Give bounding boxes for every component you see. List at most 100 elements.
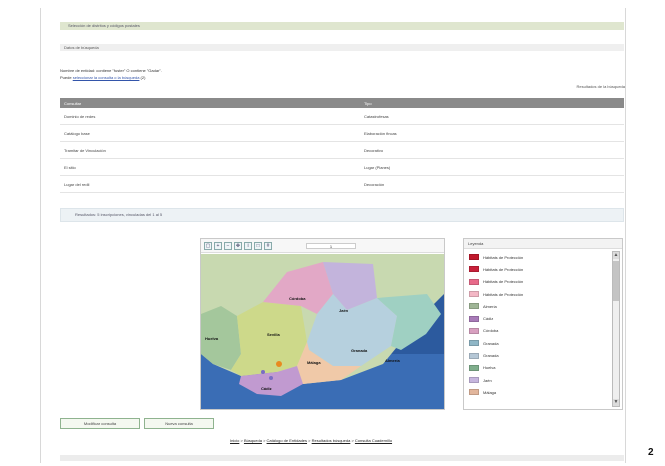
legend-item[interactable]: Málaga (464, 386, 612, 398)
legend-item[interactable]: Hábitats de Protección (464, 263, 612, 275)
legend-item[interactable]: Hábitats de Protección (464, 251, 612, 263)
legend-swatch (469, 352, 479, 359)
breadcrumb-link[interactable]: Inicio (230, 438, 239, 443)
table-cell: Lugar del redil (64, 181, 90, 187)
legend-item[interactable]: Jaén (464, 374, 612, 386)
legend-label: Cádiz (483, 316, 494, 322)
map-panel: ▢ + − ✥ i □ # 1 Córdoba Jaén Sevilla Hue… (200, 238, 445, 410)
legend-item[interactable]: Huelva (464, 362, 612, 374)
table-cell: El sitio (64, 164, 76, 170)
legend-scrollbar[interactable]: ▲ ▼ (612, 251, 620, 407)
legend-swatch (469, 254, 479, 261)
table-row[interactable]: Tramitar de Vinculación Decorativo (60, 142, 624, 159)
select-tool-icon[interactable]: ▢ (204, 241, 212, 250)
breadcrumb-link[interactable]: Búsqueda (244, 438, 262, 443)
zoom-out-icon[interactable]: − (224, 241, 232, 250)
breadcrumb-separator: > (308, 438, 311, 443)
breadcrumb-link[interactable]: Resultados búsqueda (312, 438, 351, 443)
legend-label: Huelva (483, 365, 496, 371)
select-query-link[interactable]: seleccionar la consulta o la búsqueda (73, 75, 140, 80)
legend-list[interactable]: Hábitats de Protección Hábitats de Prote… (464, 251, 612, 399)
help-suffix: (2) (140, 75, 146, 80)
legend-swatch (469, 315, 479, 322)
map-label: Huelva (205, 336, 219, 341)
scroll-up-icon[interactable]: ▲ (613, 252, 619, 259)
legend-item[interactable]: Córdoba (464, 325, 612, 337)
legend-label: Málaga (483, 389, 497, 395)
map-label: Granada (351, 348, 368, 353)
pan-icon[interactable]: ✥ (234, 241, 242, 250)
legend-label: Hábitats de Protección (483, 291, 524, 297)
legend-item[interactable]: Granada (464, 349, 612, 361)
table-header: Consultar Tipo (60, 98, 624, 108)
grid-icon[interactable]: # (264, 241, 272, 250)
legend-label: Almería (483, 303, 497, 309)
legend-item[interactable]: Granada (464, 337, 612, 349)
table-cell: Catálogo base (64, 130, 90, 136)
map-label: Sevilla (267, 332, 280, 337)
legend-label: Hábitats de Protección (483, 279, 524, 285)
breadcrumb-separator: > (263, 438, 266, 443)
legend-swatch (469, 377, 479, 384)
andalusia-map[interactable]: Córdoba Jaén Sevilla Huelva Granada Alme… (201, 254, 444, 409)
legend-item[interactable]: Hábitats de Protección (464, 276, 612, 288)
breadcrumb-separator: > (240, 438, 243, 443)
map-canvas[interactable]: Córdoba Jaén Sevilla Huelva Granada Alme… (201, 254, 444, 409)
table-cell: Catastrofesas (364, 113, 389, 119)
legend-label: Granada (483, 340, 499, 346)
column-header-consultar[interactable]: Consultar (60, 101, 360, 106)
section-header: Selección de distritos y códigos postale… (60, 22, 624, 30)
map-label: Málaga (307, 360, 321, 365)
legend-title: Leyenda (464, 239, 622, 249)
breadcrumb-link[interactable]: Catálogo de Entidades (267, 438, 307, 443)
table-cell: Lugar (Planes) (364, 164, 391, 170)
map-label: Jaén (339, 308, 349, 313)
scroll-down-icon[interactable]: ▼ (613, 399, 619, 406)
results-summary-bar: Resultados: 5 inscripciones, vinculadas … (60, 208, 624, 222)
legend-item[interactable]: Cádiz (464, 312, 612, 324)
page-number: 2 (648, 447, 654, 458)
table-cell: Elaboración fincas (364, 130, 397, 136)
modify-query-button[interactable]: Modificar consulta (60, 418, 140, 429)
breadcrumb: Inicio > Búsqueda > Catálogo de Entidade… (230, 438, 392, 443)
table-row[interactable]: Catálogo base Elaboración fincas (60, 125, 624, 142)
legend-label: Jaén (483, 377, 492, 383)
legend-label: Hábitats de Protección (483, 254, 524, 260)
map-label: Cádiz (261, 386, 272, 391)
results-info-text: Resultados de la búsqueda (576, 84, 625, 89)
results-table: Consultar Tipo Dominio de redes Catastro… (60, 98, 624, 193)
table-cell: Tramitar de Vinculación (64, 147, 106, 153)
zoom-in-icon[interactable]: + (214, 241, 222, 250)
map-toolbar: ▢ + − ✥ i □ # 1 (201, 239, 444, 253)
location-marker[interactable] (269, 376, 273, 380)
legend-swatch (469, 278, 479, 285)
breadcrumb-separator: > (351, 438, 354, 443)
location-marker[interactable] (276, 361, 282, 367)
table-cell: Decorativo (364, 147, 384, 153)
map-label: Córdoba (289, 296, 306, 301)
help-prefix: Puede (60, 75, 72, 80)
legend-panel: Leyenda Hábitats de Protección Hábitats … (463, 238, 623, 410)
table-cell: Dominio de redes (64, 113, 96, 119)
breadcrumb-link[interactable]: Consulta Cuadernillo (355, 438, 392, 443)
scale-input[interactable]: 1 (306, 242, 356, 249)
location-marker[interactable] (261, 370, 265, 374)
map-label: Almería (385, 358, 400, 363)
legend-item[interactable]: Hábitats de Protección (464, 288, 612, 300)
legend-swatch (469, 327, 479, 334)
new-query-button[interactable]: Nueva consulta (144, 418, 214, 429)
scrollbar-thumb[interactable] (613, 261, 619, 301)
column-header-tipo[interactable]: Tipo (360, 101, 624, 106)
footer-bar (60, 455, 624, 461)
table-row[interactable]: Dominio de redes Catastrofesas (60, 108, 624, 125)
info-icon[interactable]: i (244, 241, 252, 250)
box-select-icon[interactable]: □ (254, 241, 262, 250)
table-row[interactable]: Lugar del redil Decoración (60, 176, 624, 193)
region-sevilla (231, 302, 307, 376)
legend-swatch (469, 266, 479, 273)
legend-swatch (469, 340, 479, 347)
legend-item[interactable]: Almería (464, 300, 612, 312)
table-row[interactable]: El sitio Lugar (Planes) (60, 159, 624, 176)
legend-swatch (469, 291, 479, 298)
legend-label: Córdoba (483, 328, 499, 334)
